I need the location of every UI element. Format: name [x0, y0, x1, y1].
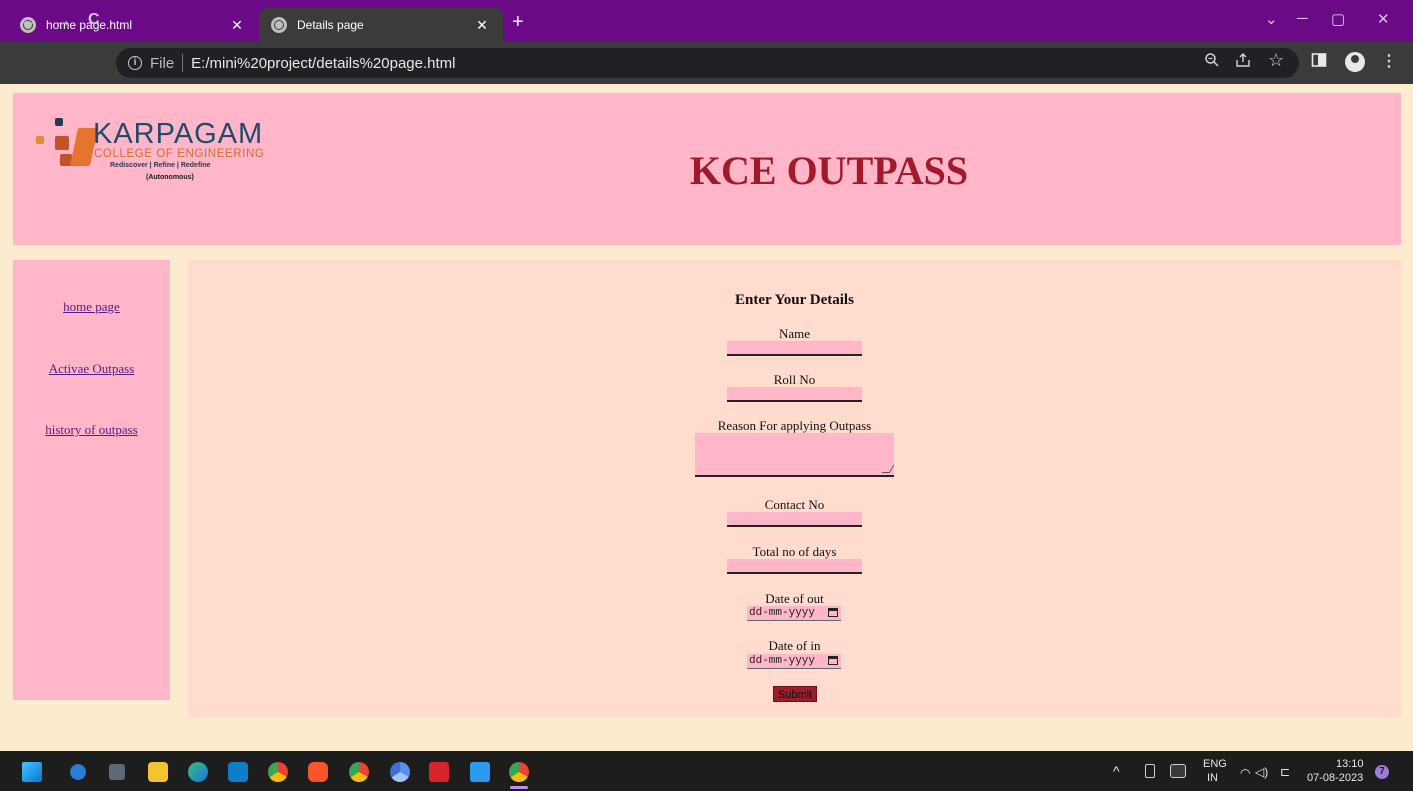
- share-icon[interactable]: [1235, 52, 1251, 74]
- active-app-indicator: [510, 786, 528, 789]
- wps-icon[interactable]: [429, 762, 449, 782]
- clock-time[interactable]: 13:10: [1336, 758, 1364, 770]
- globe-icon: [271, 17, 287, 33]
- date-placeholder: dd-mm-yyyy: [749, 655, 816, 667]
- calendar-icon[interactable]: [828, 656, 838, 665]
- sidebar-link-active-outpass[interactable]: Activae Outpass: [13, 361, 170, 377]
- calculator-icon[interactable]: [109, 764, 125, 780]
- chrome-alt-icon[interactable]: [349, 762, 369, 782]
- date-in-field[interactable]: dd-mm-yyyy: [747, 654, 841, 669]
- forward-icon[interactable]: →: [54, 10, 72, 30]
- tab-home-page[interactable]: home page.html ✕: [8, 8, 258, 42]
- info-icon[interactable]: i: [128, 56, 142, 70]
- chrome-dev-icon[interactable]: [390, 762, 410, 782]
- days-label: Total no of days: [752, 544, 837, 559]
- clock-date[interactable]: 07-08-2023: [1307, 772, 1363, 784]
- menu-icon[interactable]: ⋮: [1381, 52, 1397, 72]
- onedrive-icon[interactable]: [1170, 764, 1186, 778]
- close-icon[interactable]: ✕: [473, 17, 491, 34]
- back-icon[interactable]: ←: [20, 10, 38, 30]
- url-text[interactable]: E:/mini%20project/details%20page.html: [191, 55, 455, 72]
- reload-icon[interactable]: C: [88, 10, 100, 30]
- date-in-label: Date of in: [768, 638, 821, 653]
- wifi-icon[interactable]: ◠: [1240, 766, 1250, 780]
- scheme-label: File: [150, 54, 175, 72]
- roll-no-field[interactable]: [727, 387, 862, 402]
- sidebar-link-history[interactable]: history of outpass: [13, 422, 170, 438]
- tab-title: home page.html: [46, 18, 133, 32]
- chrome-icon[interactable]: [268, 762, 288, 782]
- date-placeholder: dd-mm-yyyy: [749, 607, 816, 619]
- reason-label: Reason For applying Outpass: [717, 418, 872, 433]
- contact-field[interactable]: [727, 512, 862, 527]
- new-tab-button[interactable]: +: [512, 12, 524, 32]
- tab-search-icon[interactable]: ⌄: [1265, 10, 1278, 28]
- roll-no-label: Roll No: [773, 372, 816, 387]
- battery-icon[interactable]: ⊏: [1280, 765, 1290, 779]
- brave-icon[interactable]: [308, 762, 328, 782]
- logo-mark: [36, 136, 44, 144]
- contact-label: Contact No: [764, 497, 825, 512]
- maximize-icon[interactable]: ▢: [1331, 10, 1345, 28]
- profile-icon[interactable]: [1345, 52, 1365, 72]
- tab-title: Details page: [297, 18, 364, 32]
- bookmark-star-icon[interactable]: ☆: [1268, 50, 1284, 70]
- minimize-icon[interactable]: ─: [1297, 10, 1308, 27]
- region-label[interactable]: IN: [1207, 772, 1218, 784]
- name-label: Name: [778, 326, 811, 341]
- logo-mark: [55, 118, 63, 126]
- calendar-icon[interactable]: [828, 608, 838, 617]
- side-panel-icon[interactable]: [1311, 52, 1327, 74]
- page-title: KCE OUTPASS: [689, 148, 969, 193]
- date-out-field[interactable]: dd-mm-yyyy: [747, 606, 841, 621]
- taskbar: [0, 751, 1413, 791]
- days-field[interactable]: [727, 559, 862, 574]
- windows-start-icon[interactable]: [22, 762, 42, 782]
- copilot-icon[interactable]: [70, 764, 86, 780]
- language-label[interactable]: ENG: [1203, 758, 1227, 770]
- vscode-icon[interactable]: [470, 762, 490, 782]
- divider: [182, 54, 184, 72]
- volume-icon[interactable]: ◁): [1255, 765, 1268, 779]
- file-explorer-icon[interactable]: [148, 762, 168, 782]
- form-heading: Enter Your Details: [735, 292, 854, 308]
- edge-icon[interactable]: [188, 762, 208, 782]
- close-icon[interactable]: ✕: [228, 17, 246, 34]
- sidebar: [13, 260, 170, 700]
- sidebar-link-home[interactable]: home page: [13, 299, 170, 315]
- window-close-icon[interactable]: ✕: [1377, 10, 1390, 28]
- chrome-active-icon[interactable]: [509, 762, 529, 782]
- usb-icon[interactable]: [1145, 764, 1155, 778]
- store-icon[interactable]: [228, 762, 248, 782]
- name-field[interactable]: [727, 341, 862, 356]
- submit-button[interactable]: Submit: [773, 686, 817, 702]
- resize-handle-icon[interactable]: [881, 465, 895, 473]
- reason-textarea[interactable]: [695, 433, 895, 477]
- notification-badge[interactable]: 7: [1375, 765, 1389, 779]
- zoom-icon[interactable]: [1204, 52, 1220, 74]
- date-out-label: Date of out: [765, 591, 824, 606]
- tray-overflow-icon[interactable]: ^: [1113, 763, 1120, 779]
- tab-details-page[interactable]: Details page ✕: [259, 8, 503, 42]
- address-bar[interactable]: i File E:/mini%20project/details%20page.…: [116, 48, 1299, 78]
